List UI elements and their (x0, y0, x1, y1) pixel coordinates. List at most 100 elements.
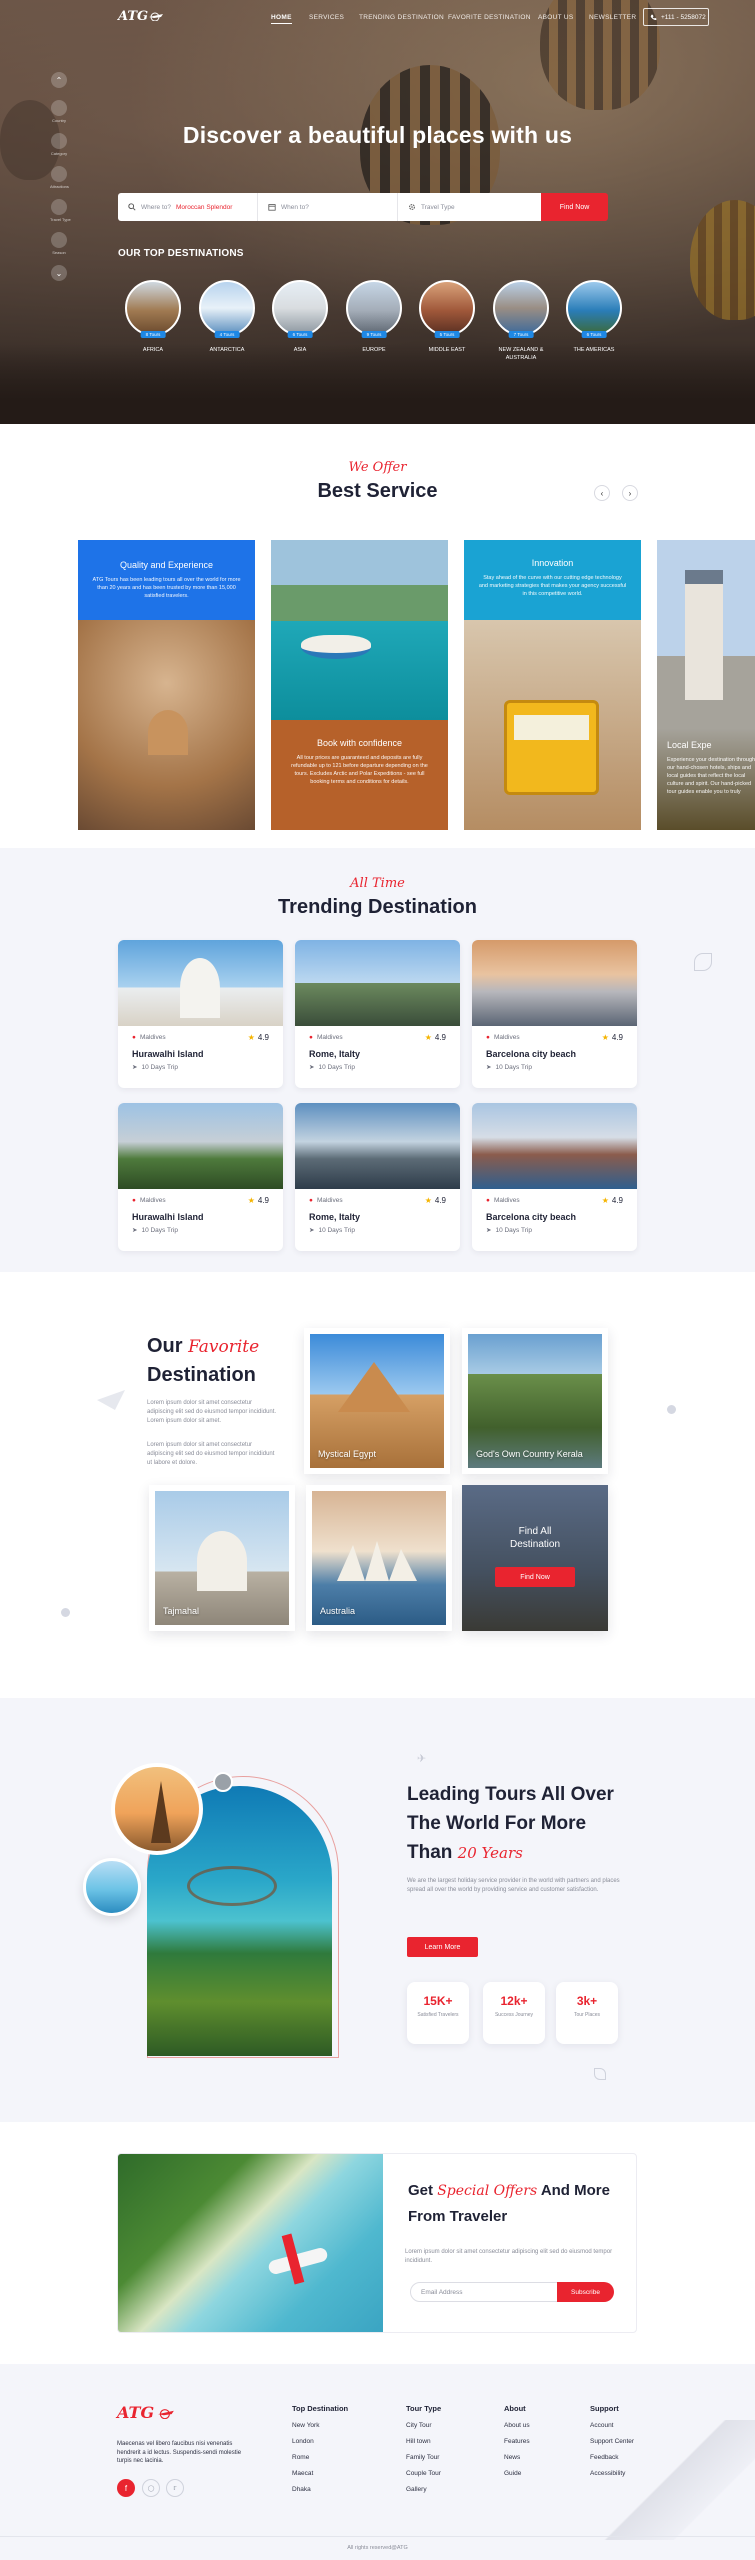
nav-home[interactable]: HOME (271, 14, 292, 24)
footer-link[interactable]: City Tour (406, 2422, 441, 2429)
destination-image (199, 280, 255, 336)
destination-africa[interactable]: 8 Tours AFRICA (121, 280, 185, 354)
footer-link[interactable]: Maecat (292, 2470, 348, 2477)
nav-newsletter[interactable]: NEWSLETTER (589, 14, 636, 21)
trending-title: Trending Destination (278, 896, 477, 918)
trending-card[interactable]: ● Maldives ★ 4.9 Hurawalhi Island ➤ 10 Days… (118, 940, 283, 1088)
learn-more-button[interactable]: Learn More (407, 1937, 478, 1957)
offer-card-text: Experience your destination through our … (667, 757, 755, 795)
footer-link[interactable]: Feedback (590, 2454, 634, 2461)
trending-card[interactable]: ● Maldives ★ 4.9 Rome, Italty ➤ 10 Days Tri… (295, 1103, 460, 1251)
navigation-arrow-icon: ➤ (309, 1227, 315, 1234)
destination-asia[interactable]: 6 Tours ASIA (268, 280, 332, 354)
footer-link[interactable]: Rome (292, 2454, 348, 2461)
trending-card-image (118, 940, 283, 1026)
trending-script-title: All Time (350, 876, 405, 891)
travel-type-icon[interactable] (51, 199, 67, 215)
phone-button[interactable]: +111 - 5258072 (643, 8, 709, 26)
find-now-button[interactable]: Find Now (541, 193, 608, 221)
nav-favorite-destination[interactable]: FAVORITE DESTINATION (448, 14, 531, 21)
when-field[interactable]: When to? (258, 193, 398, 221)
footer-link[interactable]: Family Tour (406, 2454, 441, 2461)
pin-icon: ● (486, 1197, 490, 1204)
footer-link[interactable]: Support Center (590, 2438, 634, 2445)
footer-link[interactable]: Guide (504, 2470, 530, 2477)
trending-location: Maldives (316, 1197, 343, 1204)
leaf-decoration-icon (694, 953, 712, 971)
offer-card-quality[interactable]: Quality and Experience ATG Tours has bee… (78, 540, 255, 830)
offer-card-confidence[interactable]: Book with confidence All tour prices are… (271, 540, 448, 830)
tours-badge: 6 Tours (581, 331, 607, 338)
stat-travelers: 15K+ Satisfied Travelers (407, 1982, 469, 2044)
next-arrow-button[interactable]: › (622, 485, 638, 501)
destination-image (125, 280, 181, 336)
phone-number: +111 - 5258072 (661, 13, 706, 21)
favorite-card-tajmahal[interactable]: Tajmahal (149, 1485, 295, 1631)
email-input[interactable]: Email Address (410, 2282, 558, 2302)
footer-logo[interactable]: ATG (117, 2403, 154, 2422)
footer-link[interactable]: Account (590, 2422, 634, 2429)
find-all-destination-card[interactable]: Find All Destination Find Now (462, 1485, 608, 1631)
footer-link[interactable]: Dhaka (292, 2486, 348, 2493)
footer-link[interactable]: New York (292, 2422, 348, 2429)
destination-antarctica[interactable]: 4 Tours ANTARCTICA (195, 280, 259, 354)
leading-text: We are the largest holiday service provi… (407, 1878, 620, 1893)
search-bar: Where to? Moroccan Splendor When to? Tra… (118, 193, 608, 221)
favorite-card-egypt[interactable]: Mystical Egypt (304, 1328, 450, 1474)
nav-services[interactable]: SERVICES (309, 14, 344, 21)
special-title-b: And More (540, 2182, 610, 2199)
destination-middle-east[interactable]: 5 Tours MIDDLE EAST (415, 280, 479, 354)
nav-trending-destination[interactable]: TRENDING DESTINATION (359, 14, 444, 21)
destination-the-americas[interactable]: 6 Tours THE AMERICAS (562, 280, 626, 354)
search-icon (128, 203, 136, 211)
offer-card-innovation[interactable]: Innovation Stay ahead of the curve with … (464, 540, 641, 830)
country-icon[interactable] (51, 100, 67, 116)
stat-label: Success Journey (494, 2012, 534, 2018)
prev-arrow-button[interactable]: ‹ (594, 485, 610, 501)
star-icon: ★ (424, 1196, 432, 1205)
where-field[interactable]: Where to? Moroccan Splendor (118, 193, 258, 221)
footer-link[interactable]: Hill town (406, 2438, 441, 2445)
season-icon[interactable] (51, 232, 67, 248)
subscribe-button[interactable]: Subscribe (557, 2282, 614, 2302)
destination-europe[interactable]: 9 Tours EUROPE (342, 280, 406, 354)
footer-link[interactable]: Accessibility (590, 2470, 634, 2477)
trending-card[interactable]: ● Maldives ★ 4.9 Rome, Italty ➤ 10 Days Tri… (295, 940, 460, 1088)
footer-link[interactable]: News (504, 2454, 530, 2461)
twitter-icon[interactable]: 𝕣 (166, 2479, 184, 2497)
destination-new-zealand-australia[interactable]: 7 Tours NEW ZEALAND & AUSTRALIA (489, 280, 553, 362)
travel-type-field[interactable]: Travel Type (398, 193, 538, 221)
footer-link[interactable]: Features (504, 2438, 530, 2445)
side-item-travel-type: Travel Type (50, 217, 71, 222)
trending-name: Barcelona city beach (486, 1212, 577, 1222)
footer-link[interactable]: London (292, 2438, 348, 2445)
footer-link[interactable]: About us (504, 2422, 530, 2429)
trending-card-image (295, 1103, 460, 1189)
trending-rating: 4.9 (434, 1033, 446, 1042)
trending-location: Maldives (493, 1034, 520, 1041)
trending-card[interactable]: ● Maldives ★ 4.9 Hurawalhi Island ➤ 10 Days… (118, 1103, 283, 1251)
find-now-destination-button[interactable]: Find Now (495, 1567, 575, 1587)
nav-about-us[interactable]: ABOUT US (538, 14, 574, 21)
trending-card[interactable]: ● Maldives ★ 4.9 Barcelona city beach ➤ 10 … (472, 940, 637, 1088)
footer-link[interactable]: Gallery (406, 2486, 441, 2493)
trending-card[interactable]: ● Maldives ★ 4.9 Barcelona city beach ➤ 10 … (472, 1103, 637, 1251)
favorite-card-australia[interactable]: Australia (306, 1485, 452, 1631)
arrow-down-icon[interactable]: ⌄ (51, 265, 67, 281)
brand-logo[interactable]: ATG (118, 9, 148, 24)
destination-name: ASIA (293, 347, 307, 353)
instagram-icon[interactable]: ◯ (142, 2479, 160, 2497)
footer-link[interactable]: Couple Tour (406, 2470, 441, 2477)
offer-card-local-experience[interactable]: Local Expe Experience your destination t… (657, 540, 755, 830)
favorite-text-1: Lorem ipsum dolor sit amet consectetur a… (147, 1400, 277, 1424)
leading-line-2: The World For More (407, 1813, 587, 1834)
arrow-up-icon[interactable]: ⌃ (51, 72, 67, 88)
favorite-card-caption: Australia (320, 1606, 356, 1616)
trending-name: Hurawalhi Island (132, 1212, 204, 1222)
attractions-icon[interactable] (51, 166, 67, 182)
side-item-category: Category (50, 151, 68, 156)
tours-badge: 9 Tours (361, 331, 387, 338)
facebook-icon[interactable]: f (117, 2479, 135, 2497)
favorite-card-kerala[interactable]: God's Own Country Kerala (462, 1328, 608, 1474)
navigation-arrow-icon: ➤ (486, 1227, 492, 1234)
